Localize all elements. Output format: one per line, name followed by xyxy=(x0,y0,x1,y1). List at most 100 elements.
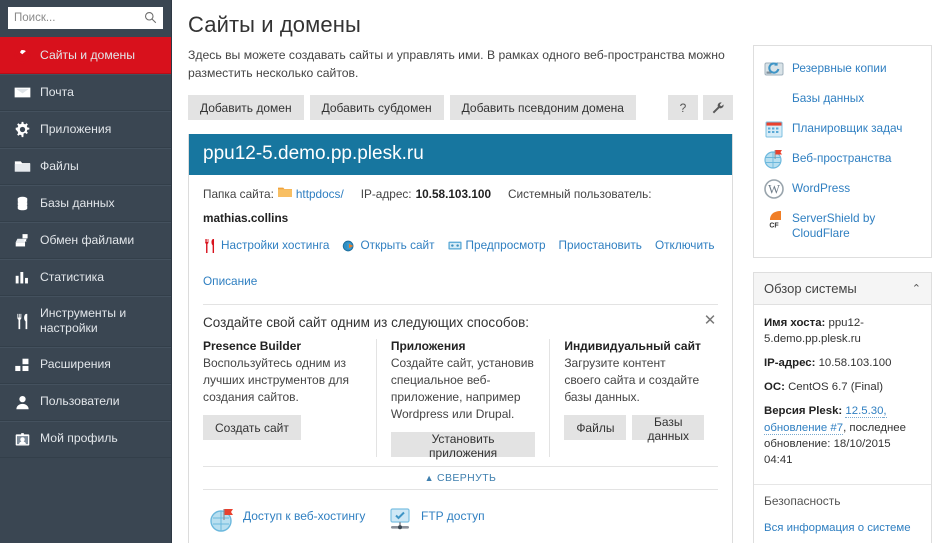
search-box[interactable] xyxy=(8,7,163,29)
main-content: Сайты и домены Здесь вы можете создавать… xyxy=(172,0,745,543)
security-heading: Безопасность xyxy=(754,484,931,514)
user-icon xyxy=(14,394,31,411)
sidebar-item-3[interactable]: Приложения xyxy=(0,111,171,148)
create-column-3-button-1[interactable]: Файлы xyxy=(564,415,627,441)
wordpress-icon: W xyxy=(764,179,784,199)
all-system-info-link[interactable]: Вся информация о системе xyxy=(764,522,911,534)
domain-actions: Настройки хостинга Открыть сайт Предпросмо… xyxy=(203,234,718,292)
chevron-up-icon[interactable]: ⌃ xyxy=(912,282,921,295)
create-column-buttons: Файлы Базы данных xyxy=(564,415,704,443)
file-share-icon xyxy=(14,232,31,249)
sidebar-item-label: Обмен файлами xyxy=(40,232,135,247)
quick-link-label: Веб-пространства xyxy=(792,151,892,165)
hosting-link-1[interactable]: Доступ к веб-хостингу xyxy=(203,501,381,539)
sidebar-item-label: Базы данных xyxy=(40,195,115,210)
search-icon[interactable] xyxy=(144,11,157,24)
webspaces-icon xyxy=(764,149,784,169)
sidebar-item-label: Инструменты и настройки xyxy=(40,306,127,336)
create-column-3: Индивидуальный сайт Загрузите контент сво… xyxy=(549,339,718,458)
create-column-text: Загрузите контент своего сайта и создайт… xyxy=(564,356,700,405)
sidebar-item-10[interactable]: Пользователи xyxy=(0,383,171,421)
quick-link-6[interactable]: CF ServerShield by CloudFlare xyxy=(764,204,925,247)
domain-action-6[interactable]: Описание xyxy=(203,270,257,292)
os-row: ОС: CentOS 6.7 (Final) xyxy=(764,379,921,395)
domain-info-line: Папка сайта: httpdocs/ IP-адрес: 10.58.1… xyxy=(203,184,718,228)
wrench-icon[interactable] xyxy=(703,95,733,121)
sidebar-item-7[interactable]: Статистика xyxy=(0,259,171,296)
create-site-columns: Presence Builder Воспользуйтесь одним из … xyxy=(203,339,718,460)
sidebar-item-label: Пользователи xyxy=(40,394,120,409)
sidebar-item-label: Мой профиль xyxy=(40,431,118,446)
sidebar-item-6[interactable]: Обмен файлами xyxy=(0,222,171,259)
system-overview-title: Обзор системы xyxy=(764,280,857,296)
plesk-version-link[interactable]: 12.5.30 xyxy=(845,405,884,419)
folder-icon xyxy=(14,158,31,175)
plesk-version-row: Версия Plesk: 12.5.30, обновление #7, по… xyxy=(764,403,921,468)
ip-value: 10.58.103.100 xyxy=(415,187,492,202)
bar-chart-icon xyxy=(14,269,31,286)
sidebar-item-label: Расширения xyxy=(40,357,111,372)
domain-info: Папка сайта: httpdocs/ IP-адрес: 10.58.1… xyxy=(189,175,732,300)
create-column-heading: Presence Builder xyxy=(203,339,302,354)
collapse-button[interactable]: ▲ СВЕРНУТЬ xyxy=(203,466,718,491)
create-column-heading: Приложения xyxy=(390,339,466,354)
scheduler-icon xyxy=(764,119,784,139)
open-site-icon xyxy=(342,239,356,253)
create-column-3-button-2[interactable]: Базы данных xyxy=(632,415,704,443)
sidebar-item-4[interactable]: Файлы xyxy=(0,148,171,185)
domain-action-5[interactable]: Отключить xyxy=(655,234,715,256)
domain-action-3[interactable]: Предпросмотр xyxy=(447,234,546,256)
ip-label: IP-адрес: xyxy=(764,357,816,370)
create-column-2-button-1[interactable]: Установить приложения xyxy=(390,432,536,460)
help-button[interactable]: ? xyxy=(668,95,698,121)
domain-action-label: Открыть сайт xyxy=(360,238,435,253)
backup-icon xyxy=(764,59,784,79)
quick-link-3[interactable]: Планировщик задач xyxy=(764,114,925,144)
quick-link-2[interactable]: Базы данных xyxy=(764,84,925,114)
site-folder-label: Папка сайта: xyxy=(203,187,274,202)
toolbar: Добавить домен Добавить субдомен Добавит… xyxy=(188,95,733,121)
create-site-panel: Создайте свой сайт одним из следующих сп… xyxy=(203,304,718,491)
plesk-version-label: Версия Plesk: xyxy=(764,405,843,418)
create-column-buttons: Создать сайт xyxy=(203,415,362,441)
create-column-1-button-1[interactable]: Создать сайт xyxy=(203,415,301,441)
sidebar-item-1[interactable]: Сайты и домены xyxy=(0,37,171,74)
ip-label: IP-адрес: xyxy=(360,187,412,202)
id-card-icon xyxy=(14,431,31,448)
create-site-title: Создайте свой сайт одним из следующих сп… xyxy=(203,315,529,331)
domain-name-header: ppu12-5.demo.pp.plesk.ru xyxy=(189,134,732,176)
sidebar-item-2[interactable]: Почта xyxy=(0,74,171,111)
sidebar-item-8[interactable]: Инструменты и настройки xyxy=(0,296,171,347)
quick-links-box: Резервные копии Базы данных Планировщик за… xyxy=(753,45,932,258)
quick-link-label: Планировщик задач xyxy=(792,121,903,135)
site-folder-link[interactable]: httpdocs/ xyxy=(296,184,344,204)
add-subdomain-button[interactable]: Добавить субдомен xyxy=(309,95,444,121)
quick-link-5[interactable]: W WordPress xyxy=(764,174,925,204)
domain-action-2[interactable]: Открыть сайт xyxy=(342,234,435,256)
add-domain-alias-button[interactable]: Добавить псевдоним домена xyxy=(449,95,636,121)
system-overview-body: Имя хоста: ppu12-5.demo.pp.plesk.ru IP-а… xyxy=(754,305,931,485)
hostname-label: Имя хоста: xyxy=(764,316,826,329)
close-icon[interactable]: ✕ xyxy=(702,313,718,330)
system-user-label: Системный пользователь: xyxy=(508,187,652,202)
ip-value: 10.58.103.100 xyxy=(818,357,892,370)
sidebar-item-label: Статистика xyxy=(40,269,105,284)
chevron-up-icon: ▲ xyxy=(424,473,434,484)
domain-action-4[interactable]: Приостановить xyxy=(559,234,642,256)
hosting-link-grid: Доступ к веб-хостингуFTP доступНастройки… xyxy=(189,490,732,543)
sidebar-nav: Сайты и домены Почта Приложения Файлы Базы д… xyxy=(0,37,171,458)
system-overview-header[interactable]: Обзор системы ⌃ xyxy=(754,272,931,305)
domain-action-1[interactable]: Настройки хостинга xyxy=(203,234,329,256)
sidebar-item-5[interactable]: Базы данных xyxy=(0,185,171,222)
sidebar-item-11[interactable]: Мой профиль xyxy=(0,420,171,458)
hosting-link-2[interactable]: FTP доступ xyxy=(381,501,559,539)
search-input[interactable] xyxy=(14,12,144,24)
add-domain-button[interactable]: Добавить домен xyxy=(188,95,304,121)
quick-link-label: WordPress xyxy=(792,181,851,195)
domain-action-label: Настройки хостинга xyxy=(221,238,330,253)
sidebar-item-9[interactable]: Расширения xyxy=(0,346,171,384)
quick-link-1[interactable]: Резервные копии xyxy=(764,54,925,84)
system-overview-box: Обзор системы ⌃ Имя хоста: ppu12-5.demo.… xyxy=(753,271,932,543)
domain-action-label: Предпросмотр xyxy=(465,238,546,253)
quick-link-4[interactable]: Веб-пространства xyxy=(764,144,925,174)
